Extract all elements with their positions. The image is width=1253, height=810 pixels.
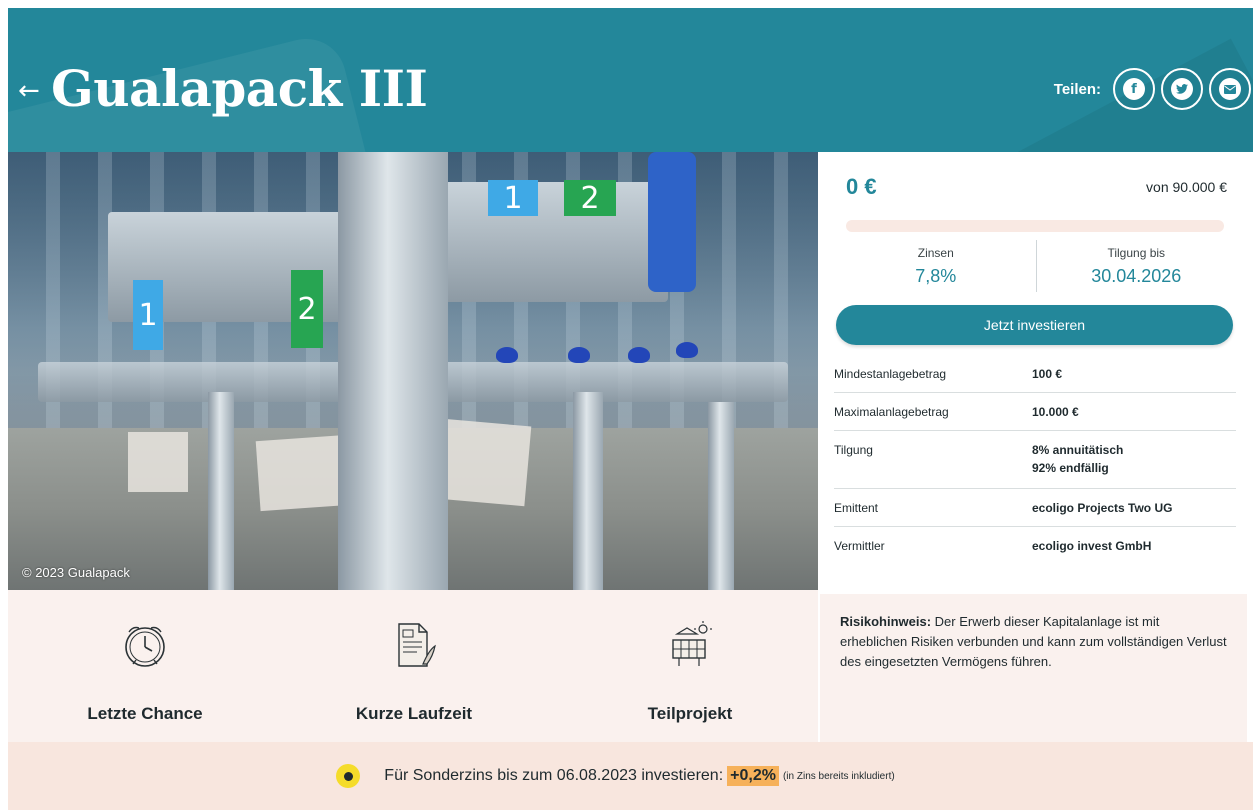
machine-column [573,392,603,590]
interest-label: Zinsen [917,246,954,260]
page-title: Gualapack III [51,59,428,118]
project-image: 1 2 1 2 © 2023 Gualapack [8,152,818,590]
pouch-bag [128,432,188,492]
detail-key: Maximalanlagebetrag [834,405,949,419]
funded-amount: 0 € [846,174,877,199]
repayment-stat: Tilgung bis 30.04.2026 [1035,240,1237,292]
twitter-icon [1171,78,1193,100]
bonus-rate: +0,2% [727,766,779,786]
share-bar: Teilen: f [1054,68,1251,110]
detail-value: ecoligo invest GmbH [1032,539,1152,553]
tag-icon [336,764,361,788]
details-table: Mindestanlagebetrag 100 € Maximalanlageb… [834,355,1236,565]
detail-row: Tilgung 8% annuitätisch 92% endfällig [834,431,1236,489]
feature-label: Teilprojekt [647,704,733,723]
feature-item: Teilprojekt [580,620,800,724]
document-icon [398,623,436,667]
repayment-label: Tilgung bis [1107,246,1166,260]
station-label-1: 1 [133,280,163,350]
detail-value: 8% annuitätisch 92% endfällig [1032,441,1236,477]
station-label-2: 2 [564,180,616,216]
detail-row: Vermittler ecoligo invest GmbH [834,527,1236,565]
detail-row: Maximalanlagebetrag 10.000 € [834,393,1236,431]
feature-highlights: Letzte Chance Kurze Laufzeit Teilprojekt [8,590,818,742]
clock-icon [125,626,165,667]
station-label-2: 2 [291,270,323,348]
investment-panel: 0 € von 90.000 € Zinsen 7,8% Tilgung bis… [818,152,1253,590]
bonus-interest-banner: Für Sonderzins bis zum 06.08.2023 invest… [8,742,1253,810]
mail-icon [1219,78,1241,100]
machine-column [338,152,448,590]
feature-label: Letzte Chance [87,704,203,723]
detail-key: Vermittler [834,539,885,553]
banner-note: (in Zins bereits inkludiert) [782,770,895,782]
repayment-value: 30.04.2026 [1091,266,1182,286]
detail-value: 100 € [1032,367,1063,381]
machine-plate [438,182,668,302]
blue-tube [648,152,696,292]
interest-value: 7,8% [915,266,957,286]
detail-key: Emittent [834,501,879,515]
image-copyright: © 2023 Gualapack [22,565,130,580]
detail-value-line: 92% endfällig [1032,461,1109,475]
detail-value: ecoligo Projects Two UG [1032,501,1173,515]
detail-value: 10.000 € [1032,405,1079,419]
blue-cap [676,342,698,358]
banner-text: Für Sonderzins bis zum 06.08.2023 invest… [384,767,724,784]
blue-cap [628,347,650,363]
feature-label: Kurze Laufzeit [355,704,473,723]
detail-row: Mindestanlagebetrag 100 € [834,355,1236,393]
solar-panel-icon [672,621,712,666]
arrow-left-icon[interactable]: ← [18,78,40,104]
mail-share-button[interactable] [1209,68,1251,110]
invest-now-button[interactable]: Jetzt investieren [836,305,1233,345]
facebook-icon: f [1123,78,1145,100]
detail-key: Tilgung [834,443,873,457]
risk-title: Risikohinweis: [840,614,932,629]
blue-cap [568,347,590,363]
share-label: Teilen: [1053,80,1101,98]
twitter-share-button[interactable] [1161,68,1203,110]
funding-progress-bar [846,220,1224,232]
interest-stat: Zinsen 7,8% [836,240,1036,292]
funding-goal: von 90.000 € [1146,179,1227,195]
risk-notice: Risikohinweis: Der Erwerb dieser Kapital… [820,594,1247,742]
station-label-1: 1 [488,180,538,216]
blue-cap [496,347,518,363]
detail-key: Mindestanlagebetrag [834,367,947,381]
feature-item: Letzte Chance [35,620,255,724]
facebook-share-button[interactable]: f [1113,68,1155,110]
machine-column [708,402,734,590]
feature-item: Kurze Laufzeit [304,620,524,724]
detail-value-line: 8% annuitätisch [1032,443,1124,457]
page-header: ← Gualapack III Teilen: f [8,8,1253,152]
key-stats: Zinsen 7,8% Tilgung bis 30.04.2026 [836,240,1236,292]
machine-column [208,392,234,590]
detail-row: Emittent ecoligo Projects Two UG [834,489,1236,527]
